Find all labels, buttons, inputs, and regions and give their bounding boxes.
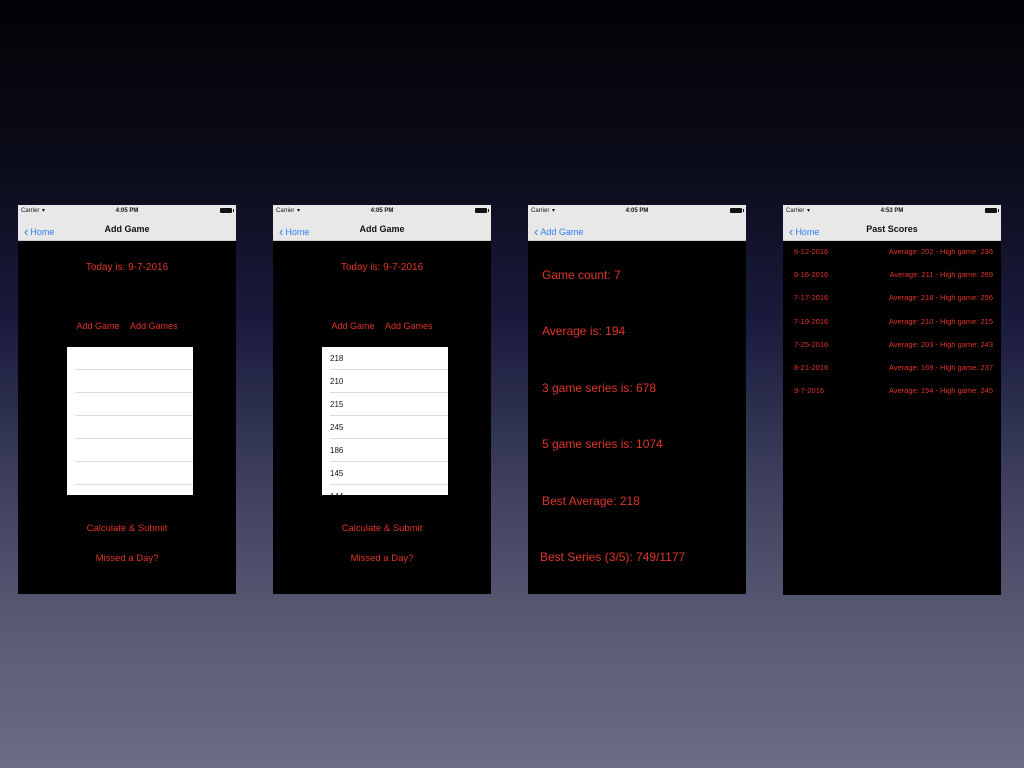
score-date: 6-16-2016 — [794, 270, 829, 279]
missed-day-button[interactable]: Missed a Day? — [18, 553, 236, 564]
table-row[interactable] — [75, 462, 193, 485]
battery-icon — [220, 208, 234, 213]
back-button-add-game[interactable]: ‹ Add Game — [534, 223, 584, 239]
phone-screen-add-game-empty: Carrier ▾ 4:05 PM ‹ Home Add Game Today i… — [18, 205, 236, 594]
stat-best-series: Best Series (3/5): 749/1177 — [540, 550, 686, 564]
table-row[interactable] — [75, 416, 193, 439]
navigation-bar: ‹ Home Add Game — [273, 218, 491, 241]
score-summary: Average: 210 - High game: 215 — [888, 317, 993, 326]
today-label: Today is: 9-7-2016 — [85, 262, 169, 273]
table-row[interactable] — [75, 485, 193, 495]
scores-table[interactable] — [67, 347, 193, 495]
stat-5-game-series: 5 game series is: 1074 — [542, 437, 663, 451]
scores-table[interactable]: 218 210 215 245 186 145 144 — [322, 347, 448, 495]
table-row[interactable] — [75, 439, 193, 462]
score-date: 6-12-2016 — [794, 247, 829, 256]
table-row[interactable]: 215 — [330, 393, 448, 416]
phone-screen-results: Carrier ▾ 4:05 PM ‹ Add Game Game count: … — [528, 205, 746, 594]
nav-title: Past Scores — [866, 224, 918, 234]
battery-icon — [730, 208, 744, 213]
nav-title: Add Game — [359, 224, 405, 234]
back-label: Add Game — [540, 227, 584, 237]
navigation-bar: ‹ Add Game — [528, 218, 746, 241]
navigation-bar: ‹ Home Add Game — [18, 218, 236, 241]
table-row[interactable] — [75, 370, 193, 393]
status-bar: Carrier ▾ 4:05 PM — [528, 205, 746, 218]
status-bar: Carrier ▾ 4:05 PM — [18, 205, 236, 218]
table-row[interactable]: 186 — [330, 439, 448, 462]
stat-best-average: Best Average: 218 — [542, 494, 640, 508]
status-time: 4:05 PM — [115, 208, 139, 214]
stat-game-count: Game count: 7 — [542, 268, 621, 282]
add-games-button[interactable]: Add Games — [130, 321, 178, 331]
battery-icon — [475, 208, 489, 213]
add-game-button[interactable]: Add Game — [76, 321, 119, 331]
calculate-submit-button[interactable]: Calculate & Submit — [18, 523, 236, 534]
status-time: 4:05 PM — [370, 208, 394, 214]
score-summary: Average: 218 - High game: 256 — [888, 293, 993, 302]
chevron-left-icon: ‹ — [534, 224, 539, 239]
navigation-bar: ‹ Home Past Scores — [783, 218, 1001, 241]
score-date: 8-21-2016 — [794, 363, 829, 372]
status-time: 4:05 PM — [625, 208, 649, 214]
table-row[interactable] — [75, 347, 193, 370]
score-summary: Average: 202 - High game: 236 — [888, 247, 993, 256]
today-label: Today is: 9-7-2016 — [340, 262, 424, 273]
add-buttons-row: Add Game Add Games — [273, 321, 491, 331]
battery-icon — [985, 208, 999, 213]
score-summary: Average: 203 - High game: 243 — [888, 340, 993, 349]
table-row[interactable]: 218 — [330, 347, 448, 370]
nav-title: Add Game — [104, 224, 150, 234]
score-date: 7-19-2016 — [794, 317, 829, 326]
add-game-button[interactable]: Add Game — [331, 321, 374, 331]
add-buttons-row: Add Game Add Games — [18, 321, 236, 331]
phone-screen-past-scores: Carrier ▾ 4:53 PM ‹ Home Past Scores 6-12… — [783, 205, 1001, 595]
add-games-button[interactable]: Add Games — [385, 321, 433, 331]
table-row[interactable]: 144 — [330, 485, 448, 495]
missed-day-button[interactable]: Missed a Day? — [273, 553, 491, 564]
score-summary: Average: 194 - High game: 245 — [888, 386, 993, 395]
score-date: 7-17-2016 — [794, 293, 829, 302]
stat-average: Average is: 194 — [542, 324, 626, 338]
table-row[interactable]: 245 — [330, 416, 448, 439]
status-time: 4:53 PM — [880, 208, 904, 214]
score-summary: Average: 169 - High game: 237 — [888, 363, 993, 372]
score-date: 7-25-2016 — [794, 340, 829, 349]
table-row[interactable]: 145 — [330, 462, 448, 485]
phone-screen-add-game-filled: Carrier ▾ 4:05 PM ‹ Home Add Game Today i… — [273, 205, 491, 594]
status-bar: Carrier ▾ 4:53 PM — [783, 205, 1001, 218]
score-summary: Average: 211 - High game: 269 — [889, 270, 993, 279]
score-date: 9-7-2016 — [794, 386, 825, 395]
stat-3-game-series: 3 game series is: 678 — [542, 381, 657, 395]
calculate-submit-button[interactable]: Calculate & Submit — [273, 523, 491, 534]
status-bar: Carrier ▾ 4:05 PM — [273, 205, 491, 218]
table-row[interactable] — [75, 393, 193, 416]
table-row[interactable]: 210 — [330, 370, 448, 393]
